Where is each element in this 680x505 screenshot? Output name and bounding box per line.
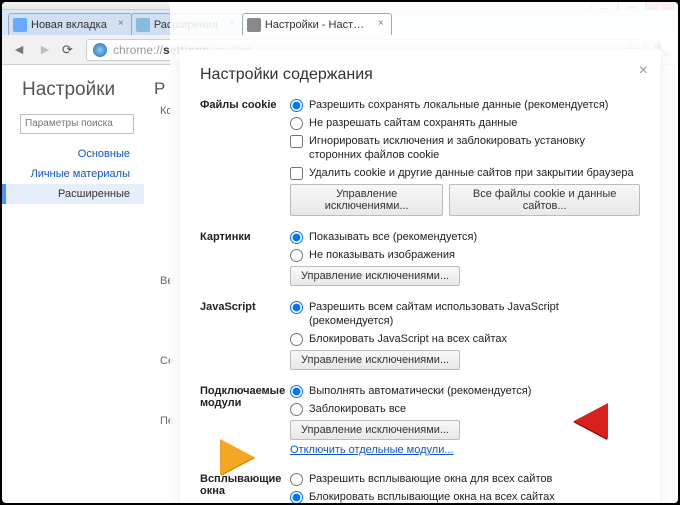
tab-settings[interactable]: Настройки - Настр... × xyxy=(242,13,392,35)
radio-icon[interactable] xyxy=(290,249,303,262)
js-block-option[interactable]: Блокировать JavaScript на всех сайтах xyxy=(290,332,640,346)
sidebar-link-advanced[interactable]: Расширенные xyxy=(2,184,144,204)
radio-icon[interactable] xyxy=(290,385,303,398)
js-allow-option[interactable]: Разрешить всем сайтам использовать JavaS… xyxy=(290,300,640,328)
checkbox-icon[interactable] xyxy=(290,167,303,180)
popups-allow-option[interactable]: Разрешить всплывающие окна для всех сайт… xyxy=(290,472,640,486)
plugins-manage-exceptions-button[interactable]: Управление исключениями... xyxy=(290,420,460,440)
settings-sidebar: Настройки Основные Личные материалы Расш… xyxy=(2,65,144,503)
checkbox-icon[interactable] xyxy=(290,135,303,148)
close-icon[interactable]: × xyxy=(115,19,127,31)
radio-icon[interactable] xyxy=(290,301,303,314)
puzzle-icon xyxy=(136,18,150,32)
annotation-arrow-orange xyxy=(220,439,254,475)
close-icon[interactable]: × xyxy=(375,19,387,31)
popups-block-option[interactable]: Блокировать всплывающие окна на всех сай… xyxy=(290,490,640,503)
images-manage-exceptions-button[interactable]: Управление исключениями... xyxy=(290,266,460,286)
section-label-cookies: Файлы cookie xyxy=(200,98,290,216)
tab-new[interactable]: Новая вкладка × xyxy=(8,13,132,35)
images-hide-option[interactable]: Не показывать изображения xyxy=(290,248,640,262)
page-icon xyxy=(13,18,27,32)
reload-button[interactable]: ⟳ xyxy=(62,42,78,58)
plugins-disable-link[interactable]: Отключить отдельные модули... xyxy=(290,444,454,456)
page-heading-peek: Р xyxy=(154,79,165,98)
tab-title: Новая вкладка xyxy=(31,19,107,31)
cookies-allow-option[interactable]: Разрешить сохранять локальные данные (ре… xyxy=(290,98,640,112)
wrench-icon xyxy=(247,18,261,32)
url-scheme: chrome:// xyxy=(113,43,163,57)
cookies-clear-option[interactable]: Удалить cookie и другие данные сайтов пр… xyxy=(290,166,640,180)
globe-icon xyxy=(93,43,107,57)
sidebar-link-personal[interactable]: Личные материалы xyxy=(2,164,144,184)
cookies-ignore-option[interactable]: Игнорировать исключения и заблокировать … xyxy=(290,134,640,162)
js-manage-exceptions-button[interactable]: Управление исключениями... xyxy=(290,350,460,370)
sidebar-link-basic[interactable]: Основные xyxy=(2,144,144,164)
back-button[interactable]: ◄ xyxy=(10,41,28,59)
plugins-auto-option[interactable]: Выполнять автоматически (рекомендуется) xyxy=(290,384,640,398)
cookies-block-option[interactable]: Не разрешать сайтам сохранять данные xyxy=(290,116,640,130)
sidebar-heading: Настройки xyxy=(2,79,144,113)
radio-icon[interactable] xyxy=(290,473,303,486)
radio-icon[interactable] xyxy=(290,231,303,244)
annotation-arrow-red xyxy=(574,403,608,439)
modal-title: Настройки содержания xyxy=(200,66,640,84)
radio-icon[interactable] xyxy=(290,99,303,112)
cookies-manage-exceptions-button[interactable]: Управление исключениями... xyxy=(290,184,443,216)
modal-close-button[interactable]: × xyxy=(639,62,648,80)
radio-icon[interactable] xyxy=(290,333,303,346)
images-show-option[interactable]: Показывать все (рекомендуется) xyxy=(290,230,640,244)
cookies-all-data-button[interactable]: Все файлы cookie и данные сайтов... xyxy=(449,184,640,216)
radio-icon[interactable] xyxy=(290,117,303,130)
tab-title: Настройки - Настр... xyxy=(265,19,369,31)
section-label-images: Картинки xyxy=(200,230,290,286)
settings-search-input[interactable] xyxy=(20,114,134,134)
radio-icon[interactable] xyxy=(290,491,303,503)
section-label-popups: Всплывающие окна xyxy=(200,472,290,503)
radio-icon[interactable] xyxy=(290,403,303,416)
forward-button[interactable]: ► xyxy=(36,41,54,59)
section-label-javascript: JavaScript xyxy=(200,300,290,370)
